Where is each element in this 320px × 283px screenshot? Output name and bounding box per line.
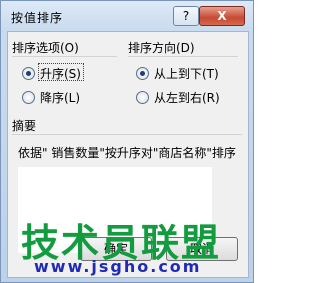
summary-heading: 摘要 <box>12 119 37 133</box>
radio-top-to-bottom-label: 从上到下(T) <box>154 67 219 81</box>
radio-ascending-label: 升序(S) <box>40 67 81 81</box>
help-button[interactable]: ? <box>173 6 199 26</box>
radio-button-icon[interactable] <box>22 67 35 80</box>
sort-by-value-dialog: 按值排序 ? X 排序选项(O) 升序(S) 降序(L) 排序方向(D) 从上到… <box>0 0 254 283</box>
summary-text: 依据" 销售数量"按升序对"商店名称"排序 <box>18 146 236 160</box>
title-bar[interactable]: 按值排序 ? X <box>1 1 253 31</box>
sort-direction-divider <box>128 56 238 57</box>
radio-button-icon[interactable] <box>136 91 149 104</box>
radio-button-icon[interactable] <box>136 67 149 80</box>
close-button[interactable]: X <box>199 6 245 26</box>
summary-divider <box>12 134 242 135</box>
sort-options-divider <box>12 56 117 57</box>
sort-direction-heading: 排序方向(D) <box>128 41 195 55</box>
radio-left-to-right-label: 从左到右(R) <box>154 91 220 105</box>
radio-button-icon[interactable] <box>22 91 35 104</box>
dialog-title: 按值排序 <box>11 11 64 25</box>
radio-descending-label: 降序(L) <box>40 91 81 105</box>
watermark-url: www.jsgho.com <box>34 257 202 276</box>
sort-options-heading: 排序选项(O) <box>12 41 79 55</box>
